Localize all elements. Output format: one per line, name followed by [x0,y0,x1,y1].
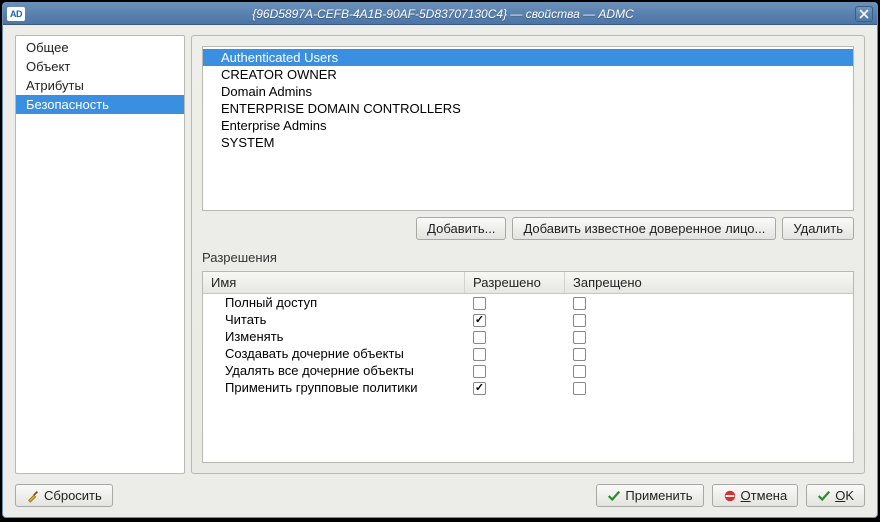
perm-name: Полный доступ [203,294,465,311]
perm-allow-cell [465,311,565,328]
allow-checkbox[interactable] [473,314,486,327]
tabs-sidebar: ОбщееОбъектАтрибутыБезопасность [15,35,185,474]
deny-checkbox[interactable] [573,382,586,395]
add-trusted-button[interactable]: Добавить известное доверенное лицо... [512,217,776,240]
table-row: Читать [203,311,853,328]
principal-item[interactable]: SYSTEM [203,134,853,151]
cancel-button[interactable]: Отмена [712,484,799,507]
allow-checkbox[interactable] [473,382,486,395]
check-icon [607,489,621,503]
properties-window: AD {96D5897A-CEFB-4A1B-90AF-5D83707130C4… [2,2,878,518]
perm-deny-cell [565,362,853,379]
th-allow[interactable]: Разрешено [465,272,565,293]
permissions-label: Разрешения [202,250,854,265]
perm-allow-cell [465,362,565,379]
sidebar-item[interactable]: Безопасность [16,95,184,114]
ok-button[interactable]: OK [806,484,865,507]
security-panel: Authenticated UsersCREATOR OWNERDomain A… [191,35,865,474]
close-button[interactable] [855,6,873,22]
add-button[interactable]: Добавить... [416,217,506,240]
cancel-icon [723,489,737,503]
reset-button[interactable]: Сбросить [15,484,113,507]
principal-item[interactable]: CREATOR OWNER [203,66,853,83]
cancel-label: Отмена [741,488,788,503]
ok-icon [817,489,831,503]
table-header: Имя Разрешено Запрещено [203,272,853,294]
right-buttons: Применить Отмена OK [596,484,865,507]
perm-name: Применить групповые политики [203,379,465,396]
sidebar-item[interactable]: Объект [16,57,184,76]
dialog-button-row: Сбросить Применить Отмена OK [15,482,865,507]
main-row: ОбщееОбъектАтрибутыБезопасность Authenti… [15,35,865,474]
table-row: Удалять все дочерние объекты [203,362,853,379]
ok-label: OK [835,488,854,503]
perm-deny-cell [565,379,853,396]
deny-checkbox[interactable] [573,331,586,344]
close-icon [859,9,869,19]
principals-list[interactable]: Authenticated UsersCREATOR OWNERDomain A… [202,46,854,211]
perm-name: Удалять все дочерние объекты [203,362,465,379]
perm-deny-cell [565,345,853,362]
deny-checkbox[interactable] [573,348,586,361]
table-row: Полный доступ [203,294,853,311]
apply-button[interactable]: Применить [596,484,703,507]
table-row: Применить групповые политики [203,379,853,396]
allow-checkbox[interactable] [473,331,486,344]
reset-label: Сбросить [44,488,102,503]
allow-checkbox[interactable] [473,348,486,361]
content-area: ОбщееОбъектАтрибутыБезопасность Authenti… [3,25,877,517]
deny-checkbox[interactable] [573,314,586,327]
principal-item[interactable]: ENTERPRISE DOMAIN CONTROLLERS [203,100,853,117]
principals-button-row: Добавить... Добавить известное доверенно… [202,217,854,240]
perm-allow-cell [465,294,565,311]
sidebar-item[interactable]: Атрибуты [16,76,184,95]
permissions-table: Имя Разрешено Запрещено Полный доступЧит… [202,271,854,463]
perm-allow-cell [465,345,565,362]
broom-icon [26,489,40,503]
perm-deny-cell [565,328,853,345]
table-row: Создавать дочерние объекты [203,345,853,362]
perm-deny-cell [565,294,853,311]
allow-checkbox[interactable] [473,297,486,310]
principal-item[interactable]: Domain Admins [203,83,853,100]
table-row: Изменять [203,328,853,345]
sidebar-item[interactable]: Общее [16,38,184,57]
window-title: {96D5897A-CEFB-4A1B-90AF-5D83707130C4} —… [31,7,855,21]
deny-checkbox[interactable] [573,297,586,310]
perm-allow-cell [465,379,565,396]
titlebar[interactable]: AD {96D5897A-CEFB-4A1B-90AF-5D83707130C4… [3,3,877,25]
table-body: Полный доступЧитатьИзменятьСоздавать доч… [203,294,853,462]
perm-name: Изменять [203,328,465,345]
principal-item[interactable]: Authenticated Users [203,49,853,66]
app-icon: AD [7,7,25,21]
th-deny[interactable]: Запрещено [565,272,853,293]
allow-checkbox[interactable] [473,365,486,378]
perm-deny-cell [565,311,853,328]
apply-label: Применить [625,488,692,503]
th-name[interactable]: Имя [203,272,465,293]
remove-button[interactable]: Удалить [782,217,854,240]
perm-name: Читать [203,311,465,328]
deny-checkbox[interactable] [573,365,586,378]
principal-item[interactable]: Enterprise Admins [203,117,853,134]
perm-name: Создавать дочерние объекты [203,345,465,362]
perm-allow-cell [465,328,565,345]
